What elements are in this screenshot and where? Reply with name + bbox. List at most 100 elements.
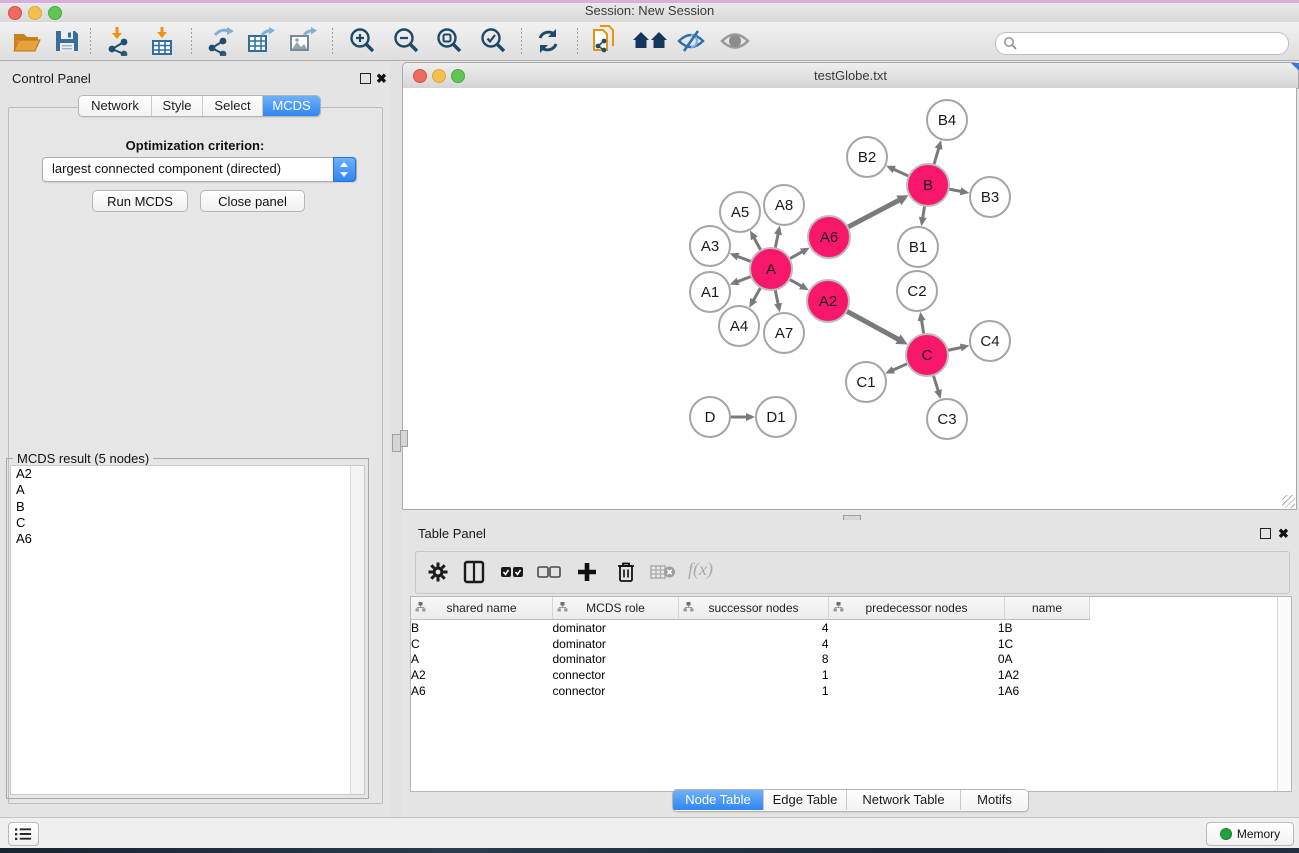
save-session-button[interactable] <box>50 25 84 57</box>
run-mcds-button[interactable]: Run MCDS <box>92 190 188 212</box>
table-cell[interactable]: A6 <box>411 683 553 699</box>
tab-motifs[interactable]: Motifs <box>961 790 1028 810</box>
table-cell[interactable]: A2 <box>411 667 553 683</box>
canvas-left-handle[interactable] <box>400 430 408 447</box>
mcds-result-item[interactable]: C <box>11 515 364 531</box>
function-builder-button[interactable]: f(x) <box>688 559 713 580</box>
list-scrollbar[interactable] <box>350 466 364 794</box>
table-cell[interactable]: B <box>411 620 553 636</box>
float-panel-icon[interactable] <box>360 73 371 84</box>
graph-node-B2[interactable]: B2 <box>847 137 887 177</box>
table-close-icon[interactable]: ✖ <box>1278 529 1289 538</box>
search-input[interactable] <box>1022 34 1281 53</box>
home-button[interactable] <box>630 25 670 57</box>
tab-mcds[interactable]: MCDS <box>263 96 320 116</box>
network-canvas[interactable]: B4B2BB3A8A5A6A3B1AA1C2A2A4A7C4CC1C3DD1 <box>402 88 1297 510</box>
table-cell[interactable]: C <box>411 636 553 652</box>
table-cell[interactable]: A6 <box>1005 683 1090 699</box>
graph-node-B3[interactable]: B3 <box>970 177 1010 217</box>
mcds-result-item[interactable]: B <box>11 499 364 515</box>
table-cell[interactable]: A <box>1005 652 1090 668</box>
column-header-successor-nodes[interactable]: successor nodes <box>679 597 829 620</box>
column-header-name[interactable]: name <box>1005 597 1090 620</box>
graph-node-B1[interactable]: B1 <box>898 227 938 267</box>
table-cell[interactable]: 1 <box>829 683 1005 699</box>
table-cell[interactable]: 1 <box>679 667 829 683</box>
zoom-in-button[interactable] <box>345 25 379 57</box>
mcds-result-item[interactable]: A <box>11 482 364 498</box>
tab-select[interactable]: Select <box>203 96 263 116</box>
zoom-selected-button[interactable] <box>476 25 510 57</box>
table-cell[interactable]: dominator <box>553 636 679 652</box>
close-panel-button[interactable]: Close panel <box>200 190 305 212</box>
task-history-button[interactable] <box>8 822 39 846</box>
column-header-predecessor-nodes[interactable]: predecessor nodes <box>829 597 1005 620</box>
graph-node-C4[interactable]: C4 <box>970 321 1010 361</box>
table-cell[interactable]: A <box>411 652 553 668</box>
select-all-rows-button[interactable] <box>496 556 528 588</box>
table-row[interactable]: A2connector11A2 <box>411 667 1275 683</box>
graph-edge-A2-C[interactable] <box>845 310 899 340</box>
table-cell[interactable]: 4 <box>679 636 829 652</box>
table-cell[interactable]: C <box>1005 636 1090 652</box>
graph-node-A5[interactable]: A5 <box>720 192 760 232</box>
graph-node-A[interactable]: A <box>750 248 792 290</box>
close-panel-icon[interactable]: ✖ <box>376 74 387 83</box>
table-settings-button[interactable] <box>422 556 454 588</box>
graph-node-D1[interactable]: D1 <box>756 397 796 437</box>
table-cell[interactable]: dominator <box>553 620 679 636</box>
column-layout-button[interactable] <box>458 556 490 588</box>
column-header-MCDS-role[interactable]: MCDS role <box>553 597 679 620</box>
table-cell[interactable]: A2 <box>1005 667 1090 683</box>
mcds-result-item[interactable]: A2 <box>11 466 364 482</box>
import-network-button[interactable] <box>103 25 137 57</box>
graph-node-D[interactable]: D <box>690 397 730 437</box>
table-cell[interactable]: 4 <box>679 620 829 636</box>
tab-style[interactable]: Style <box>152 96 203 116</box>
import-table-button[interactable] <box>145 25 179 57</box>
graph-node-B[interactable]: B <box>907 164 949 206</box>
table-row[interactable]: Adominator80A <box>411 652 1275 668</box>
tab-network[interactable]: Network <box>79 96 152 116</box>
table-float-icon[interactable] <box>1260 528 1271 539</box>
table-row[interactable]: Cdominator41C <box>411 636 1275 652</box>
resize-grip[interactable] <box>1282 495 1295 508</box>
open-session-button[interactable] <box>10 25 44 57</box>
graph-node-A4[interactable]: A4 <box>719 306 759 346</box>
tab-node-table[interactable]: Node Table <box>673 790 764 810</box>
mcds-result-item[interactable]: A6 <box>11 531 364 547</box>
graph-node-A7[interactable]: A7 <box>764 313 804 353</box>
criterion-dropdown[interactable]: largest connected component (directed) <box>42 157 357 182</box>
graph-node-C1[interactable]: C1 <box>846 362 886 402</box>
table-cell[interactable]: 1 <box>829 667 1005 683</box>
graph-node-A2[interactable]: A2 <box>807 280 849 322</box>
memory-button[interactable]: Memory <box>1206 822 1294 846</box>
graph-node-C3[interactable]: C3 <box>927 399 967 439</box>
export-table-button[interactable] <box>244 25 278 57</box>
tab-edge-table[interactable]: Edge Table <box>764 790 847 810</box>
export-network-button[interactable] <box>203 25 237 57</box>
column-header-shared-name[interactable]: shared name <box>411 597 553 620</box>
table-cell[interactable]: connector <box>553 683 679 699</box>
graph-node-A3[interactable]: A3 <box>690 226 730 266</box>
export-image-button[interactable] <box>286 25 320 57</box>
deselect-all-rows-button[interactable] <box>533 556 565 588</box>
table-cell[interactable]: 8 <box>679 652 829 668</box>
graph-node-A8[interactable]: A8 <box>764 185 804 225</box>
table-cell[interactable]: B <box>1005 620 1090 636</box>
new-network-from-selection-button[interactable] <box>588 25 622 57</box>
graph-node-B4[interactable]: B4 <box>927 100 967 140</box>
hide-details-button[interactable] <box>674 25 708 57</box>
refresh-button[interactable] <box>531 25 565 57</box>
network-graph[interactable]: B4B2BB3A8A5A6A3B1AA1C2A2A4A7C4CC1C3DD1 <box>403 88 1296 509</box>
zoom-out-button[interactable] <box>389 25 423 57</box>
table-cell[interactable]: dominator <box>553 652 679 668</box>
delete-table-button[interactable] <box>647 556 679 588</box>
table-cell[interactable]: 0 <box>829 652 1005 668</box>
delete-column-button[interactable] <box>610 556 642 588</box>
table-cell[interactable]: 1 <box>829 636 1005 652</box>
graph-node-C2[interactable]: C2 <box>897 271 937 311</box>
graph-edge-A6-B[interactable] <box>846 200 900 228</box>
table-cell[interactable]: 1 <box>679 683 829 699</box>
table-cell[interactable]: 1 <box>829 620 1005 636</box>
